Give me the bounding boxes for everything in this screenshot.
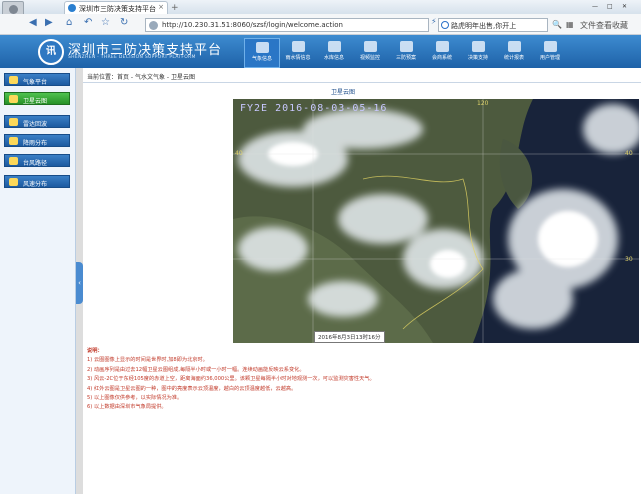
monitor-icon <box>435 41 449 52</box>
sidebar-item-rainfall[interactable]: 降雨分布 <box>4 134 70 147</box>
site-favicon-icon <box>68 4 76 12</box>
chart-icon <box>507 41 521 52</box>
menu-file[interactable]: 文件 <box>580 20 596 31</box>
back-icon[interactable]: ◀ <box>29 17 37 28</box>
notes-section: 说明： 1) 云图图像上显示的时间是世界时,加8即为北京时。 2) 动画序列是由… <box>87 347 637 413</box>
address-bar[interactable]: http://10.230.31.51:8060/szsf/login/welc… <box>145 18 429 32</box>
forward-icon[interactable]: ▶ <box>45 17 53 28</box>
search-input[interactable]: 路虎明年出售,你开上 <box>438 18 548 32</box>
browser-title-bar: 深圳市三防决策支持平台 × + — □ ✕ <box>0 0 641 14</box>
app-logo: 讯 <box>38 39 64 65</box>
lightning-icon[interactable]: ⚡ <box>431 17 437 26</box>
new-tab-icon[interactable]: + <box>171 3 179 13</box>
satellite-label: FY2E 2016-08-03-05-16 <box>240 103 388 114</box>
notes-title: 说明： <box>87 348 103 354</box>
module-weather[interactable]: 气象信息 <box>244 38 280 68</box>
app-subtitle: SHENZHEN · THREE DECISION SUPPORT PLATFO… <box>68 55 196 60</box>
satellite-image-graphic <box>233 99 639 343</box>
note-line: 2) 动画序列是由过去12幅卫星云图组成,每隔半小时或一小时一幅。连续动画能反映… <box>87 366 305 373</box>
module-plan[interactable]: 三防预案 <box>388 38 424 68</box>
lat-label-right-30: 30 <box>625 256 633 263</box>
sidebar-item-wind[interactable]: 风速分布 <box>4 175 70 188</box>
rain-icon <box>291 41 305 52</box>
menu-favorites[interactable]: 收藏 <box>612 20 628 31</box>
module-decision[interactable]: 决策支持 <box>460 38 496 68</box>
tab-title: 深圳市三防决策支持平台 <box>79 5 156 13</box>
weather-icon <box>9 76 18 84</box>
breadcrumb-divider <box>83 82 641 83</box>
note-line: 3) 风云-2C位于东经105度的赤道上空，距离海面约36,000公里。该颗卫星… <box>87 376 375 383</box>
module-report[interactable]: 统计报表 <box>496 38 532 68</box>
satellite-icon <box>9 95 18 103</box>
module-conference[interactable]: 会商系统 <box>424 38 460 68</box>
cloud-icon <box>255 42 269 53</box>
menu-view[interactable]: 查看 <box>596 20 612 31</box>
image-timestamp: 2016年8月3日13时16分 <box>314 331 385 343</box>
lat-label-left: 40 <box>235 150 243 157</box>
module-reservoir[interactable]: 水库信息 <box>316 38 352 68</box>
search-go-icon[interactable]: 🔍 <box>552 20 562 29</box>
module-user[interactable]: 用户管理 <box>532 38 568 68</box>
maximize-icon[interactable]: □ <box>607 3 613 10</box>
page-icon <box>149 21 158 30</box>
rainfall-icon <box>9 137 18 145</box>
reservoir-icon <box>327 41 341 52</box>
sidebar-item-weather-platform[interactable]: 气象平台 <box>4 73 70 86</box>
browser-tab[interactable]: 深圳市三防决策支持平台 × <box>64 1 168 14</box>
minimize-icon[interactable]: — <box>592 3 598 10</box>
sidebar-item-typhoon[interactable]: 台风路径 <box>4 154 70 167</box>
address-text: http://10.230.31.51:8060/szsf/login/welc… <box>162 21 343 29</box>
note-line: 1) 云图图像上显示的时间是世界时,加8即为北京时。 <box>87 357 208 364</box>
flag-icon <box>399 41 413 52</box>
apps-icon[interactable]: ▦ <box>566 20 574 29</box>
sidebar <box>0 68 76 494</box>
refresh-icon[interactable]: ↻ <box>120 17 128 28</box>
image-title: 卫星云图 <box>331 89 356 96</box>
search-text: 路虎明年出售,你开上 <box>451 22 517 30</box>
breadcrumb: 当前位置：首页 - 气水文气象 - 卫星云图 <box>87 74 195 81</box>
browser-nav-bar: ◀ ▶ ⌂ ↶ ☆ ↻ http://10.230.31.51:8060/szs… <box>0 14 641 35</box>
note-line: 5) 以上图像仅供参考，以实际情况为准。 <box>87 395 183 402</box>
undo-icon[interactable]: ↶ <box>84 17 92 28</box>
star-icon[interactable]: ☆ <box>101 17 110 28</box>
note-line: 6) 以上数据由深圳市气象局提供。 <box>87 404 167 411</box>
search-icon <box>441 21 449 29</box>
user-icon <box>543 41 557 52</box>
module-rain-water[interactable]: 雨水情信息 <box>280 38 316 68</box>
decision-icon <box>471 41 485 52</box>
radar-icon <box>9 118 18 126</box>
sidebar-item-radar[interactable]: 雷达回波 <box>4 115 70 128</box>
typhoon-icon <box>9 157 18 165</box>
satellite-cloud-image <box>233 99 639 343</box>
camera-icon <box>363 41 377 52</box>
module-video[interactable]: 视频监控 <box>352 38 388 68</box>
lon-label-top: 120 <box>477 100 489 107</box>
wind-icon <box>9 178 18 186</box>
close-tab-icon[interactable]: × <box>158 3 164 11</box>
sidebar-item-satellite[interactable]: 卫星云图 <box>4 92 70 105</box>
lat-label-right: 40 <box>625 150 633 157</box>
close-window-icon[interactable]: ✕ <box>622 3 627 10</box>
sidebar-collapse-handle[interactable]: ‹ <box>76 262 83 304</box>
home-icon[interactable]: ⌂ <box>66 17 72 28</box>
note-line: 4) 红外云图是卫星云图的一种，图中的亮度表示云顶温度，越白的云顶温度越低，云越… <box>87 385 297 392</box>
